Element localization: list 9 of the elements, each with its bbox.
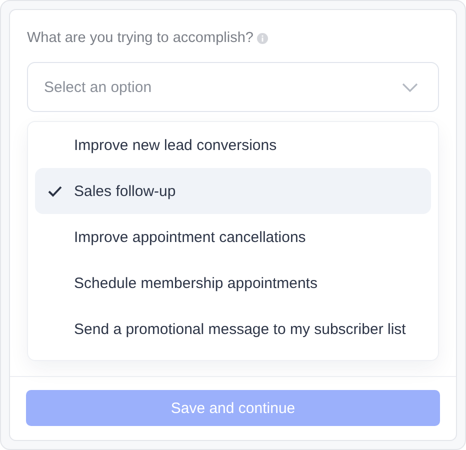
checkmark-icon [48,186,62,196]
option-item[interactable]: Send a promotional message to my subscriber list [35,306,431,352]
chevron-down-icon [402,82,418,92]
option-item[interactable]: Schedule membership appointments [35,260,431,306]
info-icon[interactable] [257,32,268,44]
question-label: What are you trying to accomplish? [27,30,254,46]
option-item[interactable]: Sales follow-up [35,168,431,214]
option-item[interactable]: Improve new lead conversions [35,122,431,168]
option-item[interactable]: Improve appointment cancellations [35,214,431,260]
